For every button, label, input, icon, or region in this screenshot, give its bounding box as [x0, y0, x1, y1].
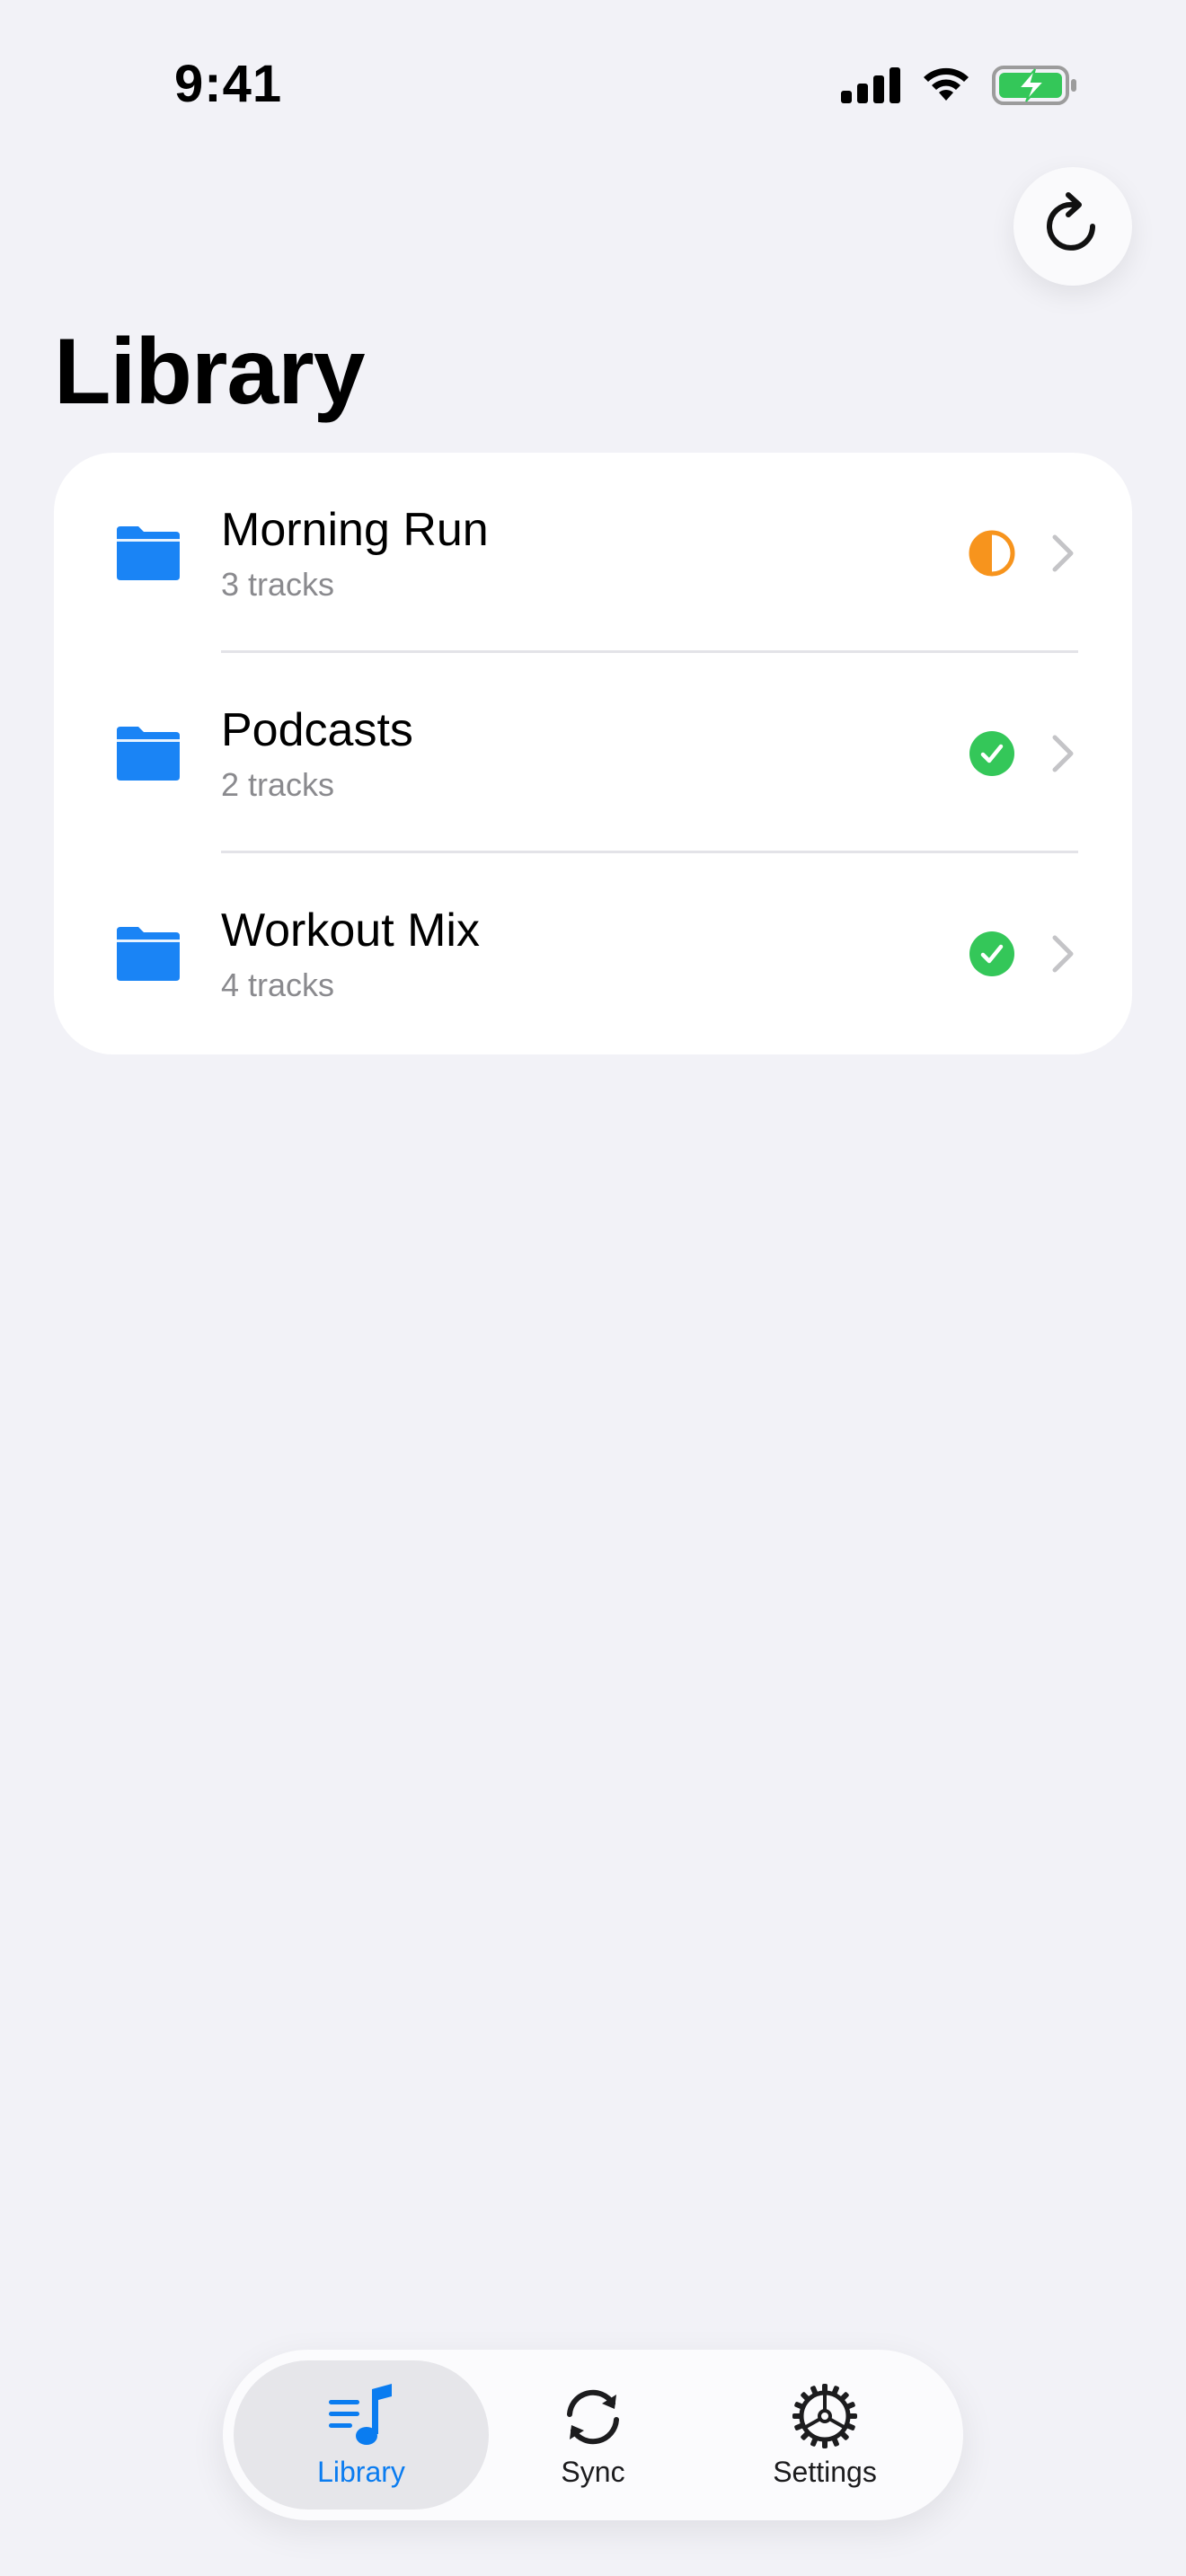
folder-name: Morning Run [221, 504, 489, 556]
folder-icon [113, 927, 181, 981]
status-icons [841, 65, 1078, 106]
track-count: 2 tracks [221, 766, 335, 803]
music-library-icon [325, 2382, 397, 2450]
tab-label: Settings [773, 2456, 877, 2488]
folder-name: Workout Mix [221, 904, 480, 957]
folder-list: Morning Run 3 tracks Podcasts 2 tracks W… [54, 453, 1132, 1054]
cellular-signal-icon [841, 67, 900, 103]
chevron-right-icon [1051, 534, 1075, 573]
wifi-icon [920, 66, 972, 104]
tab-settings[interactable]: Settings [697, 2360, 952, 2510]
refresh-button[interactable] [1013, 167, 1132, 286]
status-time: 9:41 [174, 55, 283, 113]
folder-row-workout-mix[interactable]: Workout Mix 4 tracks [54, 853, 1132, 1054]
folder-icon [113, 526, 181, 580]
folder-name: Podcasts [221, 704, 413, 756]
tab-label: Sync [561, 2456, 625, 2488]
sync-arrows-icon [557, 2382, 629, 2450]
tab-library[interactable]: Library [234, 2360, 489, 2510]
folder-icon [113, 727, 181, 781]
tab-bar: Library Sync Settings [223, 2350, 963, 2520]
tab-label: Library [317, 2456, 405, 2488]
battery-charging-icon [992, 65, 1078, 106]
page-title: Library [54, 320, 366, 424]
status-bar: 9:41 [0, 0, 1186, 171]
chevron-right-icon [1051, 934, 1075, 974]
track-count: 3 tracks [221, 566, 335, 603]
synced-check-icon [969, 730, 1015, 777]
tab-sync[interactable]: Sync [489, 2360, 697, 2510]
folder-row-morning-run[interactable]: Morning Run 3 tracks [54, 453, 1132, 653]
track-count: 4 tracks [221, 966, 335, 1003]
gear-icon [789, 2382, 861, 2450]
chevron-right-icon [1051, 734, 1075, 773]
refresh-icon [1043, 191, 1102, 261]
synced-check-icon [969, 931, 1015, 977]
folder-row-podcasts[interactable]: Podcasts 2 tracks [54, 653, 1132, 853]
partial-sync-icon [969, 530, 1015, 577]
